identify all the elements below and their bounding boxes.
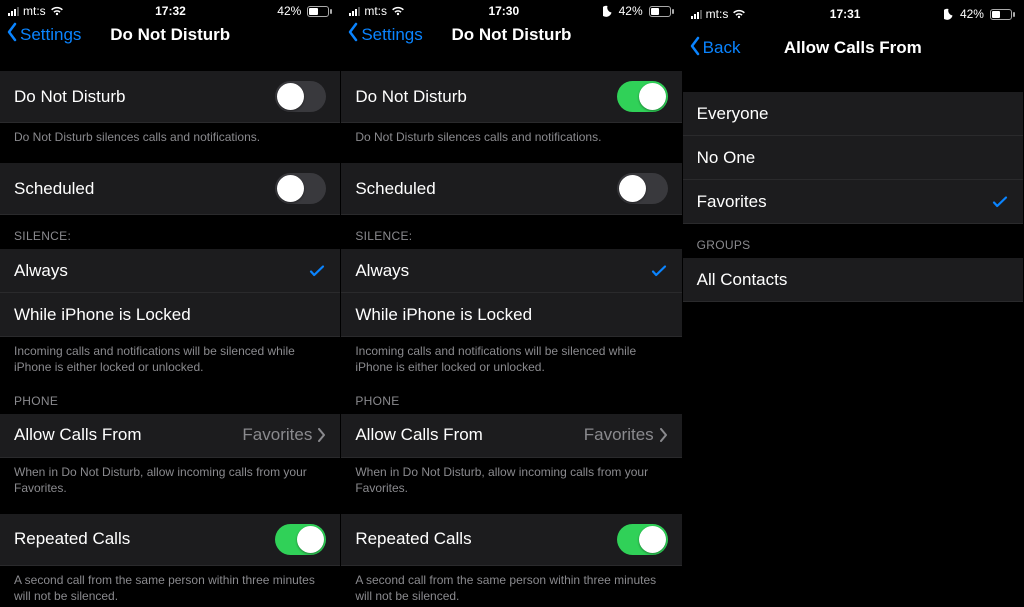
back-button[interactable]: Settings: [6, 22, 81, 47]
allow-calls-footer: When in Do Not Disturb, allow incoming c…: [341, 458, 681, 500]
nav-bar: Back Allow Calls From: [683, 28, 1023, 68]
repeated-footer: A second call from the same person withi…: [0, 566, 340, 607]
silence-header: SILENCE:: [0, 215, 340, 249]
battery-icon: [988, 9, 1015, 20]
row-scheduled: Scheduled: [0, 163, 340, 215]
dnd-label: Do Not Disturb: [14, 87, 125, 107]
back-button[interactable]: Settings: [347, 22, 422, 47]
check-icon: [991, 193, 1009, 211]
allow-calls-value: Favorites: [584, 425, 654, 445]
status-bar: mt:s 17:32 42%: [0, 4, 340, 18]
signal-icon: [349, 6, 360, 16]
status-bar: mt:s 17:30 42%: [341, 4, 681, 18]
silence-locked-label: While iPhone is Locked: [14, 305, 191, 325]
back-label: Settings: [20, 25, 81, 45]
dnd-label: Do Not Disturb: [355, 87, 466, 107]
scheduled-label: Scheduled: [355, 179, 435, 199]
phone-header: PHONE: [0, 380, 340, 414]
moon-icon: [603, 5, 615, 17]
chevron-left-icon: [347, 22, 359, 47]
row-repeated: Repeated Calls: [0, 514, 340, 566]
scheduled-label: Scheduled: [14, 179, 94, 199]
panel-dnd-on: mt:s 17:30 42% Settings Do Not Disturb D…: [341, 0, 682, 607]
chevron-right-icon: [318, 428, 326, 442]
repeated-footer: A second call from the same person withi…: [341, 566, 681, 607]
dnd-footer: Do Not Disturb silences calls and notifi…: [0, 123, 340, 149]
carrier-label: mt:s: [364, 4, 387, 18]
row-silence-always[interactable]: Always: [0, 249, 340, 293]
carrier-label: mt:s: [23, 4, 46, 18]
row-option-everyone[interactable]: Everyone: [683, 92, 1023, 136]
wifi-icon: [732, 9, 746, 19]
allow-calls-value: Favorites: [242, 425, 312, 445]
clock: 17:31: [830, 7, 861, 21]
battery-percent: 42%: [277, 4, 301, 18]
option-label: Everyone: [697, 104, 769, 124]
allow-calls-footer: When in Do Not Disturb, allow incoming c…: [0, 458, 340, 500]
row-silence-always[interactable]: Always: [341, 249, 681, 293]
clock: 17:32: [155, 4, 186, 18]
allow-calls-label: Allow Calls From: [355, 425, 483, 445]
nav-bar: Settings Do Not Disturb: [341, 22, 681, 47]
group-label: All Contacts: [697, 270, 788, 290]
chevron-left-icon: [689, 36, 701, 61]
repeated-label: Repeated Calls: [355, 529, 471, 549]
row-option-noone[interactable]: No One: [683, 136, 1023, 180]
row-repeated: Repeated Calls: [341, 514, 681, 566]
chevron-right-icon: [660, 428, 668, 442]
row-silence-locked[interactable]: While iPhone is Locked: [341, 293, 681, 337]
row-silence-locked[interactable]: While iPhone is Locked: [0, 293, 340, 337]
nav-bar: Settings Do Not Disturb: [0, 22, 340, 47]
scheduled-switch[interactable]: [617, 173, 668, 204]
signal-icon: [691, 9, 702, 19]
back-button[interactable]: Back: [689, 36, 741, 61]
battery-percent: 42%: [960, 7, 984, 21]
battery-percent: 42%: [619, 4, 643, 18]
wifi-icon: [391, 6, 405, 16]
silence-always-label: Always: [14, 261, 68, 281]
option-label: Favorites: [697, 192, 767, 212]
check-icon: [650, 262, 668, 280]
dnd-switch[interactable]: [275, 81, 326, 112]
back-label: Back: [703, 38, 741, 58]
status-bar: mt:s 17:31 42%: [683, 4, 1023, 24]
moon-icon: [944, 8, 956, 20]
dnd-switch[interactable]: [617, 81, 668, 112]
row-allow-calls[interactable]: Allow Calls From Favorites: [341, 414, 681, 458]
repeated-switch[interactable]: [617, 524, 668, 555]
battery-icon: [305, 6, 332, 17]
silence-locked-label: While iPhone is Locked: [355, 305, 532, 325]
allow-calls-label: Allow Calls From: [14, 425, 142, 445]
carrier-label: mt:s: [706, 7, 729, 21]
wifi-icon: [50, 6, 64, 16]
scheduled-switch[interactable]: [275, 173, 326, 204]
silence-always-label: Always: [355, 261, 409, 281]
silence-header: SILENCE:: [341, 215, 681, 249]
option-label: No One: [697, 148, 756, 168]
dnd-footer: Do Not Disturb silences calls and notifi…: [341, 123, 681, 149]
row-group-all-contacts[interactable]: All Contacts: [683, 258, 1023, 302]
panel-allow-calls-from: mt:s 17:31 42% Back Allow Calls From Eve…: [683, 0, 1024, 607]
row-dnd-toggle: Do Not Disturb: [341, 71, 681, 123]
silence-footer: Incoming calls and notifications will be…: [0, 337, 340, 379]
back-label: Settings: [361, 25, 422, 45]
battery-icon: [647, 6, 674, 17]
row-option-favorites[interactable]: Favorites: [683, 180, 1023, 224]
groups-header: GROUPS: [683, 224, 1023, 258]
signal-icon: [8, 6, 19, 16]
check-icon: [308, 262, 326, 280]
clock: 17:30: [488, 4, 519, 18]
phone-header: PHONE: [341, 380, 681, 414]
repeated-label: Repeated Calls: [14, 529, 130, 549]
repeated-switch[interactable]: [275, 524, 326, 555]
silence-footer: Incoming calls and notifications will be…: [341, 337, 681, 379]
row-allow-calls[interactable]: Allow Calls From Favorites: [0, 414, 340, 458]
chevron-left-icon: [6, 22, 18, 47]
row-dnd-toggle: Do Not Disturb: [0, 71, 340, 123]
panel-dnd-off: mt:s 17:32 42% Settings Do Not Disturb D…: [0, 0, 341, 607]
row-scheduled: Scheduled: [341, 163, 681, 215]
